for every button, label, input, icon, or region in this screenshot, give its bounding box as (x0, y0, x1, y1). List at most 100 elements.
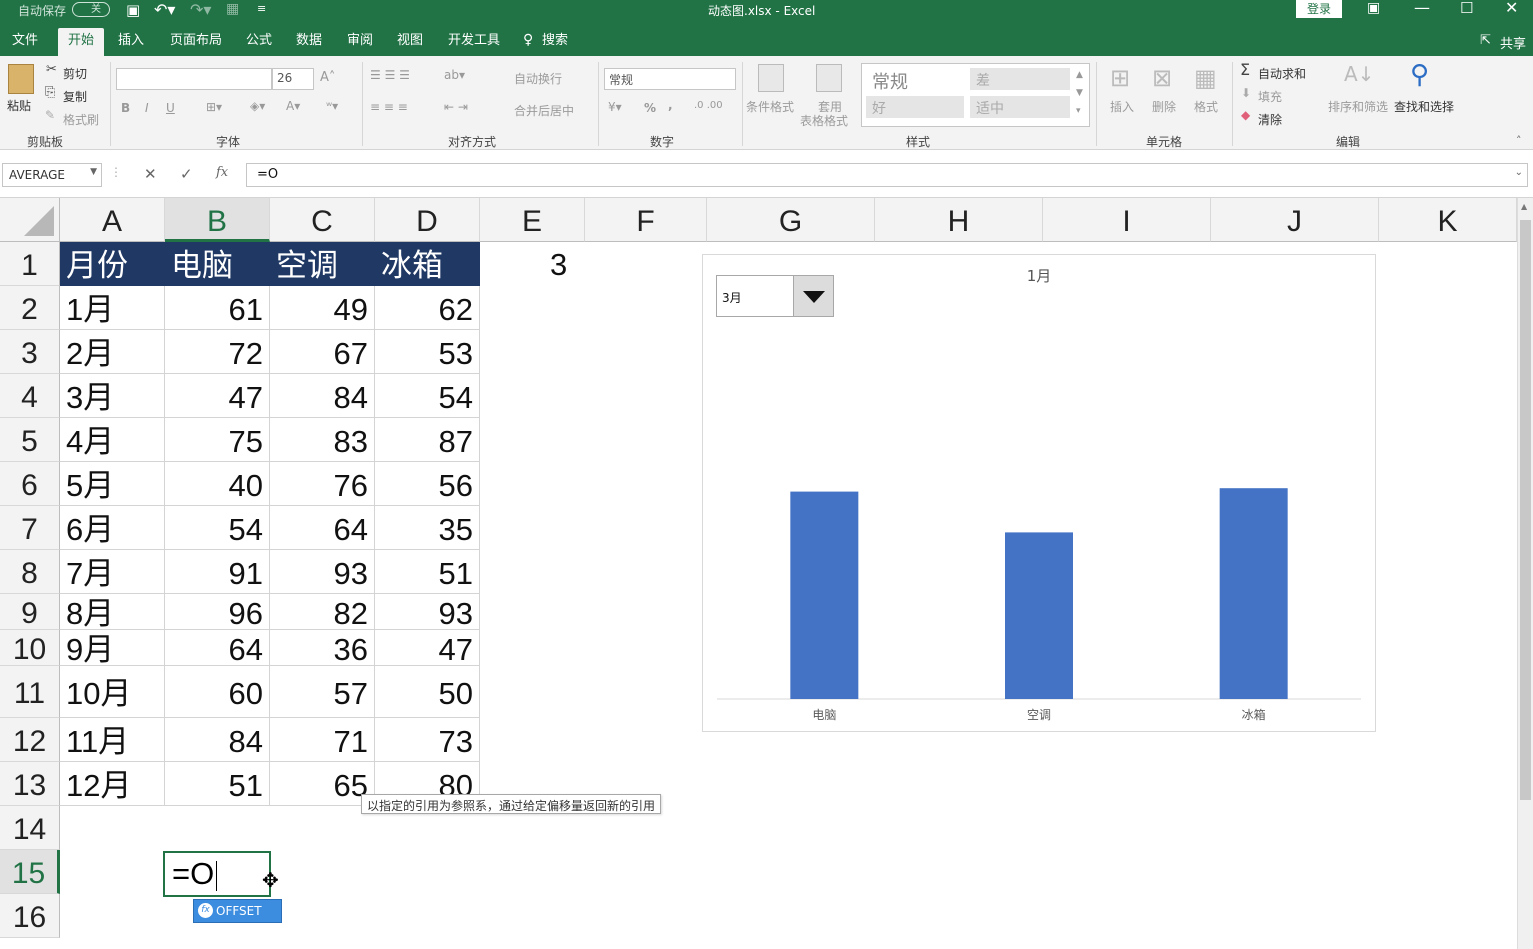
customize-qat-icon[interactable]: ≡ (257, 2, 266, 15)
cell-a8[interactable]: 7月 (60, 550, 165, 594)
copy-button[interactable]: 复制 (63, 88, 87, 105)
tab-view[interactable]: 视图 (387, 28, 433, 56)
name-box[interactable]: AVERAGE ▼ (2, 163, 102, 187)
column-header-i[interactable]: I (1043, 198, 1211, 242)
cell-d1[interactable]: 冰箱 (375, 242, 480, 286)
cell-b9[interactable]: 96 (165, 594, 270, 630)
scroll-up-icon[interactable]: ▲ (1521, 202, 1527, 211)
cell-a7[interactable]: 6月 (60, 506, 165, 550)
cell-d4[interactable]: 54 (375, 374, 480, 418)
column-header-d[interactable]: D (375, 198, 480, 242)
cell-a3[interactable]: 2月 (60, 330, 165, 374)
grow-font-icon[interactable]: A˄ (320, 70, 335, 85)
worksheet[interactable]: A B C D E F G H I J K 1 2 3 4 5 6 7 8 9 10 11 12 13 1… (0, 198, 1533, 949)
cell-d3[interactable]: 53 (375, 330, 480, 374)
cell-d5[interactable]: 87 (375, 418, 480, 462)
cell-b1[interactable]: 电脑 (165, 242, 270, 286)
autocomplete-offset[interactable]: fx OFFSET (193, 899, 282, 923)
cell-d9[interactable]: 93 (375, 594, 480, 630)
bar-0[interactable] (790, 491, 859, 699)
format-cells-button[interactable]: 格式 (1194, 98, 1218, 115)
cell-b10[interactable]: 64 (165, 630, 270, 666)
scroll-thumb[interactable] (1520, 220, 1531, 800)
align-left-icon[interactable]: ≡ ≡ ≡ (370, 100, 408, 114)
cell-a4[interactable]: 3月 (60, 374, 165, 418)
cell-c6[interactable]: 76 (270, 462, 375, 506)
clear-button[interactable]: 清除 (1258, 111, 1282, 128)
comma-button[interactable]: , (668, 98, 673, 112)
tab-formulas[interactable]: 公式 (236, 28, 282, 56)
phonetic-icon[interactable]: ʷ▾ (326, 99, 338, 113)
align-top-icon[interactable]: ☰ ☰ ☰ (370, 68, 410, 82)
cell-b4[interactable]: 47 (165, 374, 270, 418)
column-header-k[interactable]: K (1379, 198, 1517, 242)
tab-review[interactable]: 审阅 (337, 28, 383, 56)
dropdown-button[interactable] (793, 276, 833, 316)
tab-file[interactable]: 文件 (2, 28, 48, 56)
row-header-14[interactable]: 14 (0, 806, 60, 850)
cell-b6[interactable]: 40 (165, 462, 270, 506)
column-header-f[interactable]: F (585, 198, 707, 242)
style-normal[interactable]: 常规 (866, 66, 964, 93)
style-neutral[interactable]: 适中 (970, 96, 1070, 118)
cell-c12[interactable]: 71 (270, 718, 375, 762)
cell-a6[interactable]: 5月 (60, 462, 165, 506)
format-painter-button[interactable]: 格式刷 (63, 111, 99, 128)
cut-button[interactable]: 剪切 (63, 65, 87, 82)
tab-developer[interactable]: 开发工具 (438, 28, 510, 56)
tab-data[interactable]: 数据 (286, 28, 332, 56)
fill-color-icon[interactable]: ◈▾ (250, 99, 265, 113)
cell-d8[interactable]: 51 (375, 550, 480, 594)
style-good[interactable]: 好 (866, 96, 964, 118)
cell-c2[interactable]: 49 (270, 286, 375, 330)
cell-c5[interactable]: 83 (270, 418, 375, 462)
fill-button[interactable]: 填充 (1258, 88, 1282, 105)
close-icon[interactable]: ✕ (1505, 0, 1518, 17)
insert-function-icon[interactable]: fx (216, 165, 228, 180)
wrap-text-button[interactable]: 自动换行 (514, 70, 562, 87)
minimize-icon[interactable]: — (1414, 0, 1430, 17)
decimal-icon[interactable]: .0 .00 (694, 100, 723, 111)
delete-cells-button[interactable]: 删除 (1152, 98, 1176, 115)
cell-a11[interactable]: 10月 (60, 666, 165, 718)
cell-c7[interactable]: 64 (270, 506, 375, 550)
share-button[interactable]: 共享 (1500, 33, 1526, 52)
underline-button[interactable]: U (166, 101, 175, 115)
column-header-c[interactable]: C (270, 198, 375, 242)
cancel-icon[interactable]: ✕ (144, 165, 157, 183)
cell-c4[interactable]: 84 (270, 374, 375, 418)
conditional-format-button[interactable]: 条件格式 (746, 98, 794, 115)
border-icon[interactable]: ⊞▾ (206, 100, 222, 114)
row-header-16[interactable]: 16 (0, 894, 60, 938)
tab-page-layout[interactable]: 页面布局 (160, 28, 232, 56)
row-header-12[interactable]: 12 (0, 718, 60, 762)
font-size-combo[interactable]: 26 (272, 68, 314, 90)
cell-b8[interactable]: 91 (165, 550, 270, 594)
insert-cells-button[interactable]: 插入 (1110, 98, 1134, 115)
cell-d2[interactable]: 62 (375, 286, 480, 330)
cell-d12[interactable]: 73 (375, 718, 480, 762)
redo-icon[interactable]: ↷▾ (190, 0, 211, 19)
column-header-j[interactable]: J (1211, 198, 1379, 242)
cell-a9[interactable]: 8月 (60, 594, 165, 630)
chevron-down-icon[interactable]: ⌄ (1515, 167, 1523, 178)
cell-a2[interactable]: 1月 (60, 286, 165, 330)
select-all-corner[interactable] (0, 198, 60, 242)
cell-d7[interactable]: 35 (375, 506, 480, 550)
cell-c3[interactable]: 67 (270, 330, 375, 374)
cell-a12[interactable]: 11月 (60, 718, 165, 762)
ribbon-display-icon[interactable]: ▣ (1367, 0, 1380, 16)
cell-a1[interactable]: 月份 (60, 242, 165, 286)
cell-d11[interactable]: 50 (375, 666, 480, 718)
merge-center-button[interactable]: 合并后居中 (514, 102, 574, 119)
share-icon[interactable]: ⇱ (1480, 33, 1491, 48)
formula-input[interactable]: =O ⌄ (246, 163, 1528, 187)
tab-home[interactable]: 开始 (58, 28, 105, 56)
cell-c1[interactable]: 空调 (270, 242, 375, 286)
cell-d6[interactable]: 56 (375, 462, 480, 506)
font-name-combo[interactable] (116, 68, 272, 90)
cell-c9[interactable]: 82 (270, 594, 375, 630)
cell-b11[interactable]: 60 (165, 666, 270, 718)
form-icon[interactable]: ▦ (226, 1, 239, 17)
chart[interactable]: 1月 电脑 空调 冰箱 3月 (702, 254, 1376, 732)
